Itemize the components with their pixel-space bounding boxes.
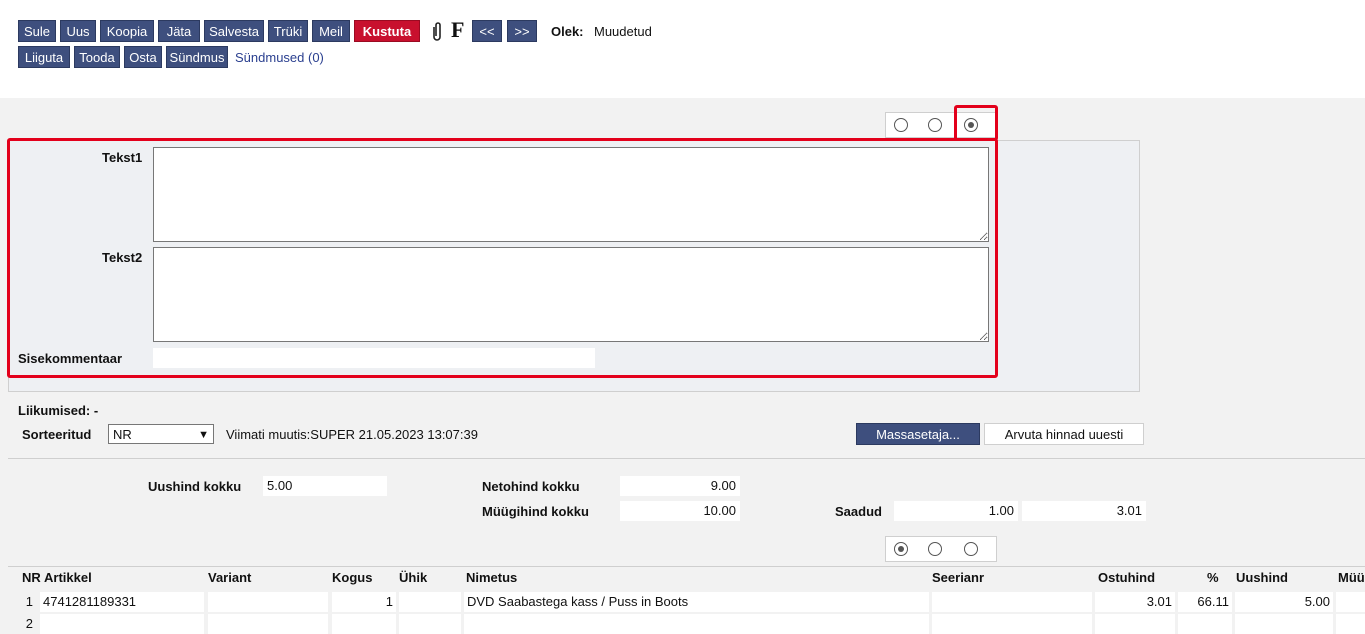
cell-myyk[interactable] (1336, 592, 1365, 612)
sort-label: Sorteeritud (22, 427, 92, 442)
save-button[interactable]: Salvesta (204, 20, 264, 42)
cell-uushind[interactable] (1235, 614, 1333, 634)
status-field[interactable]: Muudetud (590, 22, 680, 42)
header-myyk[interactable]: Müü (1338, 570, 1365, 585)
uushind-total-field[interactable]: 5.00 (263, 476, 387, 496)
mass-setter-button[interactable]: Massasetaja... (856, 423, 980, 445)
saadud-field-1[interactable]: 1.00 (894, 501, 1018, 521)
myygihind-total-field[interactable]: 10.00 (620, 501, 740, 521)
sort-select[interactable]: NR ▼ (108, 424, 214, 444)
cell-nimetus[interactable] (464, 614, 929, 634)
radio-icon[interactable] (964, 542, 978, 556)
close-button[interactable]: Sule (18, 20, 56, 42)
cell-artikkel[interactable] (40, 614, 204, 634)
radio-icon[interactable] (894, 118, 908, 132)
next-button[interactable]: >> (507, 20, 537, 42)
netohind-total-label: Netohind kokku (482, 479, 580, 494)
header-nimetus[interactable]: Nimetus (466, 570, 517, 585)
header-artikkel[interactable]: Artikkel (44, 570, 92, 585)
move-button[interactable]: Liiguta (18, 46, 70, 68)
radio-icon[interactable] (928, 542, 942, 556)
print-button[interactable]: Trüki (268, 20, 308, 42)
saadud-field-2[interactable]: 3.01 (1022, 501, 1146, 521)
previous-button[interactable]: << (472, 20, 502, 42)
f-button[interactable]: F (451, 17, 464, 43)
header-seerianr[interactable]: Seerianr (932, 570, 984, 585)
highlight-box-comments (7, 138, 998, 378)
dropdown-chevron-icon: ▼ (198, 429, 209, 441)
header-ostuhind[interactable]: Ostuhind (1098, 570, 1155, 585)
cell-seerianr[interactable] (932, 592, 1092, 612)
cell-nimetus[interactable]: DVD Saabastega kass / Puss in Boots (464, 592, 929, 612)
header-uhik[interactable]: Ühik (399, 570, 427, 585)
radio-icon[interactable] (894, 542, 908, 556)
status-label: Olek: (551, 24, 584, 39)
header-kogus[interactable]: Kogus (332, 570, 372, 585)
events-link[interactable]: Sündmused (0) (235, 50, 324, 65)
cell-kogus[interactable]: 1 (332, 592, 396, 612)
saadud-label: Saadud (835, 504, 882, 519)
header-uushind[interactable]: Uushind (1236, 570, 1288, 585)
divider (8, 566, 1365, 567)
divider (8, 458, 1365, 459)
paperclip-icon[interactable] (430, 21, 444, 43)
cell-uhik[interactable] (399, 614, 461, 634)
cell-nr: 2 (25, 616, 33, 631)
cell-percent[interactable]: 66.11 (1178, 592, 1232, 612)
header-percent[interactable]: % (1207, 570, 1219, 585)
netohind-total-field[interactable]: 9.00 (620, 476, 740, 496)
produce-button[interactable]: Tooda (74, 46, 120, 68)
cell-ostuhind[interactable] (1095, 614, 1175, 634)
uushind-total-label: Uushind kokku (148, 479, 242, 494)
radio-icon[interactable] (928, 118, 942, 132)
copy-button[interactable]: Koopia (100, 20, 154, 42)
cell-myyk[interactable] (1336, 614, 1365, 634)
last-modified-text: Viimati muutis:SUPER 21.05.2023 13:07:39 (226, 427, 478, 442)
cell-kogus[interactable] (332, 614, 396, 634)
new-button[interactable]: Uus (60, 20, 96, 42)
discard-button[interactable]: Jäta (158, 20, 200, 42)
cell-variant[interactable] (208, 592, 328, 612)
header-nr[interactable]: NR (22, 570, 41, 585)
cell-ostuhind[interactable]: 3.01 (1095, 592, 1175, 612)
cell-variant[interactable] (208, 614, 328, 634)
cell-artikkel[interactable]: 4741281189331 (40, 592, 204, 612)
cell-seerianr[interactable] (932, 614, 1092, 634)
cell-percent[interactable] (1178, 614, 1232, 634)
mail-button[interactable]: Meil (312, 20, 350, 42)
buy-button[interactable]: Osta (124, 46, 162, 68)
sort-select-value: NR (113, 427, 132, 442)
cell-uushind[interactable]: 5.00 (1235, 592, 1333, 612)
recalculate-prices-button[interactable]: Arvuta hinnad uuesti (984, 423, 1144, 445)
delete-button[interactable]: Kustuta (354, 20, 420, 42)
cell-nr: 1 (25, 594, 33, 609)
event-button[interactable]: Sündmus (166, 46, 228, 68)
view-switcher-rows (885, 536, 997, 562)
cell-uhik[interactable] (399, 592, 461, 612)
movements-label: Liikumised: - (18, 403, 99, 418)
header-variant[interactable]: Variant (208, 570, 251, 585)
highlight-box-radio (954, 105, 998, 141)
myygihind-total-label: Müügihind kokku (482, 504, 589, 519)
